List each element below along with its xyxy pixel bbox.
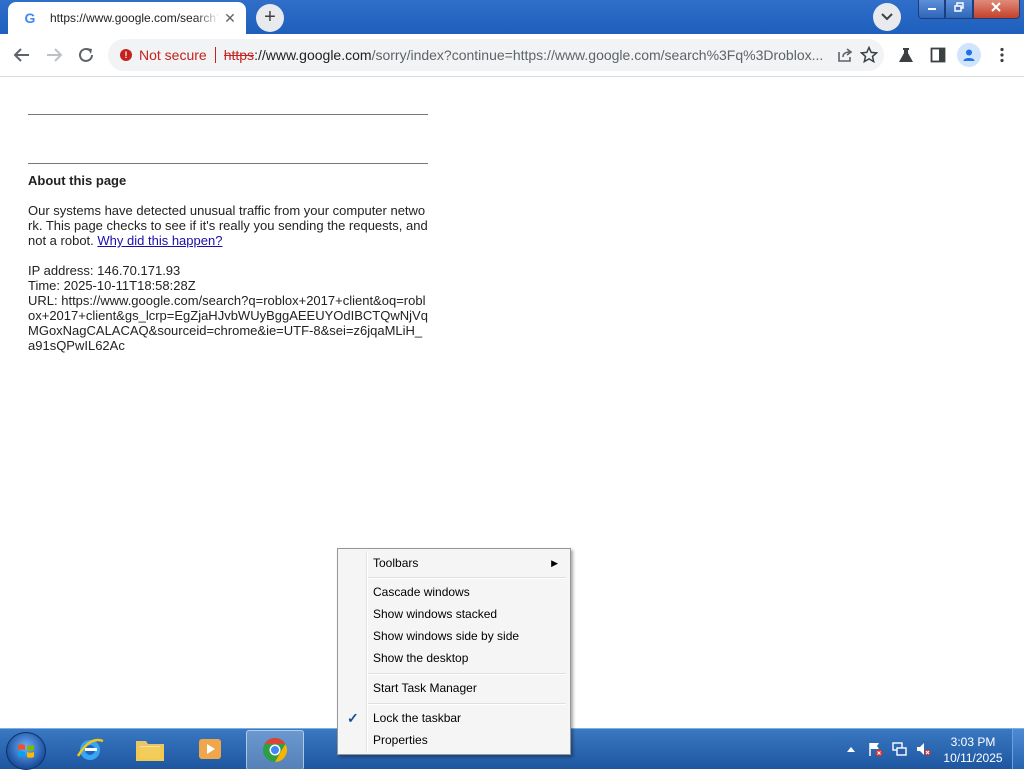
menu-item-label: Lock the taskbar — [373, 711, 462, 725]
person-icon — [963, 49, 975, 61]
menu-item-label: Start Task Manager — [373, 681, 477, 695]
tab-search-button[interactable] — [873, 3, 901, 31]
back-arrow-icon — [13, 48, 29, 62]
forward-button[interactable] — [42, 43, 66, 67]
menu-item-label: Properties — [373, 733, 428, 747]
show-hidden-icons-button[interactable] — [842, 740, 860, 758]
url-scheme: https — [223, 47, 255, 63]
security-label[interactable]: Not secure — [139, 47, 207, 63]
taskbar-app-media-player[interactable] — [182, 730, 238, 768]
volume-muted-icon — [917, 743, 931, 756]
menu-item-show-the-desktop[interactable]: Show the desktop — [340, 647, 568, 669]
back-button[interactable] — [10, 43, 34, 67]
network-icon — [892, 742, 907, 756]
reload-icon — [79, 47, 93, 62]
url-line: URL: https://www.google.com/search?q=rob… — [28, 293, 428, 353]
request-details: IP address: 146.70.171.93 Time: 2025-10-… — [28, 263, 428, 353]
why-did-this-happen-link[interactable]: Why did this happen? — [97, 233, 222, 248]
browser-tab-active[interactable]: G https://www.google.com/search?q=roblox… — [8, 2, 246, 34]
time-line: Time: 2025-10-11T18:58:28Z — [28, 278, 196, 293]
menu-item-lock-the-taskbar[interactable]: ✓ Lock the taskbar — [340, 707, 568, 729]
taskbar-app-file-explorer[interactable] — [122, 730, 178, 768]
menu-item-label: Show the desktop — [373, 651, 469, 665]
minimize-button[interactable] — [918, 0, 946, 19]
start-button[interactable] — [6, 732, 46, 770]
chrome-icon — [263, 738, 288, 762]
side-panel-button[interactable] — [926, 43, 950, 67]
menu-item-label: Cascade windows — [373, 585, 470, 599]
media-player-icon — [199, 739, 221, 759]
action-center-flag-icon — [869, 743, 883, 757]
chrome-menu-button[interactable] — [990, 43, 1014, 67]
show-desktop-button[interactable] — [1012, 729, 1024, 769]
menu-item-show-windows-stacked[interactable]: Show windows stacked — [340, 603, 568, 625]
bookmark-star-icon[interactable] — [859, 45, 879, 69]
menu-separator — [368, 673, 566, 675]
url-text[interactable]: https://www.google.com/sorry/index?conti… — [224, 47, 834, 63]
chevron-down-icon — [881, 13, 893, 21]
action-center-tray[interactable] — [866, 740, 884, 758]
close-icon — [991, 2, 1002, 12]
menu-item-properties[interactable]: Properties — [340, 729, 568, 751]
menu-separator — [368, 577, 566, 579]
url-path: /sorry/index?continue=https://www.google… — [371, 47, 824, 63]
profile-avatar[interactable] — [957, 43, 981, 67]
address-bar[interactable]: ! Not secure https://www.google.com/sorr… — [108, 39, 884, 71]
menu-item-toolbars[interactable]: Toolbars ▶ — [340, 552, 568, 574]
menu-item-show-windows-side-by-side[interactable]: Show windows side by side — [340, 625, 568, 647]
url-host: ://www.google.com — [254, 47, 372, 63]
clock-time[interactable]: 3:03 PM — [930, 735, 1016, 749]
tab-title: https://www.google.com/search?q=roblox — [50, 11, 220, 25]
more-vert-icon — [1000, 47, 1004, 63]
submenu-arrow-icon: ▶ — [551, 558, 558, 568]
menu-separator — [368, 703, 566, 705]
forward-arrow-icon — [47, 48, 63, 62]
menu-item-label: Show windows stacked — [373, 607, 498, 621]
restore-button[interactable] — [945, 0, 973, 19]
unusual-traffic-message: Our systems have detected unusual traffi… — [28, 203, 428, 248]
ip-address-line: IP address: 146.70.171.93 — [28, 263, 181, 278]
close-window-button[interactable] — [972, 0, 1020, 19]
minimize-icon — [927, 8, 936, 10]
restore-icon — [954, 2, 964, 12]
horizontal-rule — [28, 114, 428, 115]
checkmark-icon: ✓ — [347, 710, 359, 726]
menu-item-start-task-manager[interactable]: Start Task Manager — [340, 677, 568, 699]
windows-logo-icon — [18, 744, 34, 758]
extensions-button[interactable] — [894, 43, 918, 67]
chevron-up-icon — [847, 747, 855, 752]
browser-toolbar: ! Not secure https://www.google.com/sorr… — [0, 34, 1024, 77]
menu-item-label: Toolbars — [373, 556, 419, 570]
menu-item-cascade-windows[interactable]: Cascade windows — [340, 581, 568, 603]
network-tray[interactable] — [890, 740, 908, 758]
share-icon[interactable] — [837, 47, 853, 68]
taskbar-context-menu: Toolbars ▶ Cascade windows Show windows … — [337, 548, 571, 755]
google-favicon-icon: G — [24, 10, 36, 26]
lab-flask-icon — [899, 48, 913, 62]
security-separator — [214, 47, 216, 63]
file-explorer-icon — [136, 741, 164, 761]
not-secure-icon[interactable]: ! — [120, 49, 132, 61]
about-heading: About this page — [28, 173, 127, 188]
taskbar-app-chrome[interactable] — [246, 730, 304, 770]
internet-explorer-icon — [76, 738, 104, 760]
message-text: Our systems have detected unusual traffi… — [28, 203, 428, 248]
horizontal-rule — [28, 163, 428, 164]
side-panel-icon — [930, 47, 946, 63]
new-tab-button[interactable]: + — [256, 4, 284, 32]
menu-item-label: Show windows side by side — [373, 629, 520, 643]
taskbar-app-internet-explorer[interactable] — [62, 730, 118, 768]
tab-close-icon[interactable]: ✕ — [222, 10, 238, 26]
reload-button[interactable] — [74, 43, 98, 67]
clock-date[interactable]: 10/11/2025 — [930, 751, 1016, 765]
window-controls — [918, 0, 1020, 20]
browser-titlebar: G https://www.google.com/search?q=roblox… — [0, 0, 1024, 34]
